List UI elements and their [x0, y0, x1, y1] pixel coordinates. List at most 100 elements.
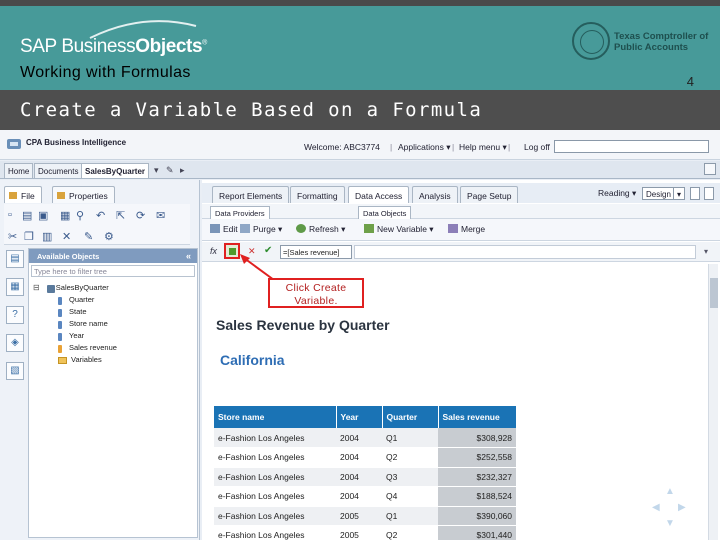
table-cell[interactable]: Q2	[382, 525, 438, 540]
table-row[interactable]: e-Fashion Los Angeles 2004 Q3 $232,327	[214, 467, 516, 487]
design-mode-button[interactable]: Design	[642, 187, 675, 200]
tree-item-state[interactable]: State	[58, 307, 87, 317]
paste-icon[interactable]: ▥	[42, 230, 52, 243]
pin-icon[interactable]: ▾	[154, 165, 159, 176]
table-cell[interactable]: 2005	[336, 506, 382, 526]
column-header[interactable]: Store name	[214, 406, 337, 428]
tree-item-quarter[interactable]: Quarter	[58, 295, 94, 305]
document-summary-icon[interactable]: ▤	[6, 250, 24, 268]
delete-icon[interactable]: ✕	[62, 230, 71, 243]
filter-tree-input[interactable]: Type here to filter tree	[31, 265, 195, 277]
nav-right-icon[interactable]: ▶	[678, 502, 686, 513]
formula-input[interactable]: =[Sales revenue]	[280, 245, 352, 259]
undo-icon[interactable]: ↶	[96, 209, 105, 222]
settings-icon[interactable]: ⚙	[104, 230, 114, 243]
tab-home[interactable]: Home	[4, 163, 34, 178]
table-cell[interactable]: Q1	[382, 506, 438, 526]
edit-button[interactable]: Edit	[210, 224, 238, 234]
nav-left-icon[interactable]: ◀	[652, 502, 660, 513]
table-cell[interactable]: $252,558	[438, 447, 516, 468]
refresh-button[interactable]: Refresh ▾	[296, 224, 345, 235]
purge-button[interactable]: Purge ▾	[240, 224, 282, 235]
formula-dropdown-icon[interactable]: ▾	[704, 247, 708, 256]
table-cell[interactable]: $232,327	[438, 467, 516, 487]
tab-file[interactable]: File	[4, 186, 42, 203]
close-tab-icon[interactable]: ✎	[166, 165, 174, 176]
input-controls-icon[interactable]: ?	[6, 306, 24, 324]
design-mode-dropdown[interactable]: ▾	[673, 187, 686, 200]
tree-item-variables[interactable]: Variables	[58, 355, 102, 364]
table-row[interactable]: e-Fashion Los Angeles 2004 Q1 $308,928	[214, 428, 516, 448]
document-structure-icon[interactable]: ▧	[6, 362, 24, 380]
tab-data-access[interactable]: Data Access	[348, 186, 410, 203]
tab-salesbyquarter[interactable]: SalesByQuarter	[81, 163, 150, 178]
new-icon[interactable]: ▫	[8, 209, 12, 221]
merge-button[interactable]: Merge	[448, 224, 485, 234]
table-cell[interactable]: $308,928	[438, 428, 516, 448]
table-row[interactable]: e-Fashion Los Angeles 2004 Q2 $252,558	[214, 447, 516, 468]
table-cell[interactable]: 2004	[336, 428, 382, 448]
table-cell[interactable]: 2005	[336, 525, 382, 540]
table-row[interactable]: e-Fashion Los Angeles 2004 Q4 $188,524	[214, 486, 516, 507]
column-header[interactable]: Quarter	[382, 406, 439, 428]
table-cell[interactable]: Q3	[382, 467, 438, 487]
tab-page-setup[interactable]: Page Setup	[460, 186, 519, 203]
formula-editor-icon[interactable]: fx	[210, 246, 217, 256]
tab-properties[interactable]: Properties	[52, 186, 115, 203]
table-cell[interactable]: e-Fashion Los Angeles	[214, 506, 336, 526]
table-cell[interactable]: Q4	[382, 486, 438, 507]
nav-up-icon[interactable]: ▲	[665, 486, 675, 497]
scrollbar-thumb[interactable]	[710, 278, 718, 308]
copy-icon[interactable]: ❐	[24, 230, 34, 243]
format-painter-icon[interactable]: ✎	[84, 230, 93, 243]
table-cell[interactable]: 2004	[336, 467, 382, 487]
table-row[interactable]: e-Fashion Los Angeles 2005 Q1 $390,060	[214, 506, 516, 526]
log-off-link[interactable]: Log off	[524, 142, 550, 152]
report-scrollbar[interactable]	[708, 264, 718, 540]
save-icon[interactable]: ▣	[38, 209, 48, 222]
tab-report-elements[interactable]: Report Elements	[212, 186, 290, 203]
collapse-panel-icon[interactable]: «	[186, 251, 191, 261]
table-cell[interactable]: $390,060	[438, 506, 516, 526]
ribbon-options-icon[interactable]	[690, 187, 700, 200]
table-cell[interactable]: $188,524	[438, 486, 516, 507]
tab-documents[interactable]: Documents	[34, 163, 83, 178]
tab-analysis[interactable]: Analysis	[412, 186, 458, 203]
subtab-data-objects[interactable]: Data Objects	[358, 206, 412, 219]
tree-item-sales-revenue[interactable]: Sales revenue	[58, 343, 117, 353]
table-cell[interactable]: 2004	[336, 447, 382, 468]
window-options-icon[interactable]	[704, 163, 716, 175]
ribbon-collapse-icon[interactable]	[704, 187, 714, 200]
more-tabs-icon[interactable]: ▸	[180, 165, 185, 176]
available-objects-icon[interactable]: ◈	[6, 334, 24, 352]
tab-formatting[interactable]: Formatting	[290, 186, 345, 203]
help-menu[interactable]: Help menu ▾	[459, 142, 507, 153]
table-cell[interactable]: e-Fashion Los Angeles	[214, 525, 336, 540]
send-icon[interactable]: ✉	[156, 209, 165, 222]
refresh-icon[interactable]: ⟳	[136, 209, 145, 222]
find-icon[interactable]: ⚲	[76, 209, 84, 222]
table-cell[interactable]: e-Fashion Los Angeles	[214, 447, 336, 468]
subtab-data-providers[interactable]: Data Providers	[210, 206, 270, 219]
table-cell[interactable]: $301,440	[438, 525, 516, 540]
new-variable-button[interactable]: New Variable ▾	[364, 224, 434, 235]
report-map-icon[interactable]: ▦	[6, 278, 24, 296]
print-icon[interactable]: ▦	[60, 209, 70, 222]
applications-menu[interactable]: Applications ▾	[398, 142, 450, 153]
nav-down-icon[interactable]: ▼	[665, 518, 675, 529]
open-icon[interactable]: ▤	[22, 209, 32, 222]
column-header[interactable]: Sales revenue	[438, 406, 517, 428]
table-cell[interactable]: Q1	[382, 428, 438, 448]
tree-item-year[interactable]: Year	[58, 331, 84, 341]
table-cell[interactable]: 2004	[336, 486, 382, 507]
formula-input-extension[interactable]	[354, 245, 696, 259]
cut-icon[interactable]: ✂	[8, 230, 17, 243]
table-cell[interactable]: Q2	[382, 447, 438, 468]
column-header[interactable]: Year	[336, 406, 383, 428]
header-search-input[interactable]	[554, 140, 709, 153]
table-cell[interactable]: e-Fashion Los Angeles	[214, 428, 336, 448]
table-cell[interactable]: e-Fashion Los Angeles	[214, 486, 336, 507]
export-icon[interactable]: ⇱	[116, 209, 125, 222]
tree-root[interactable]: ⊟ SalesByQuarter	[33, 283, 109, 293]
table-row[interactable]: e-Fashion Los Angeles 2005 Q2 $301,440	[214, 525, 516, 540]
